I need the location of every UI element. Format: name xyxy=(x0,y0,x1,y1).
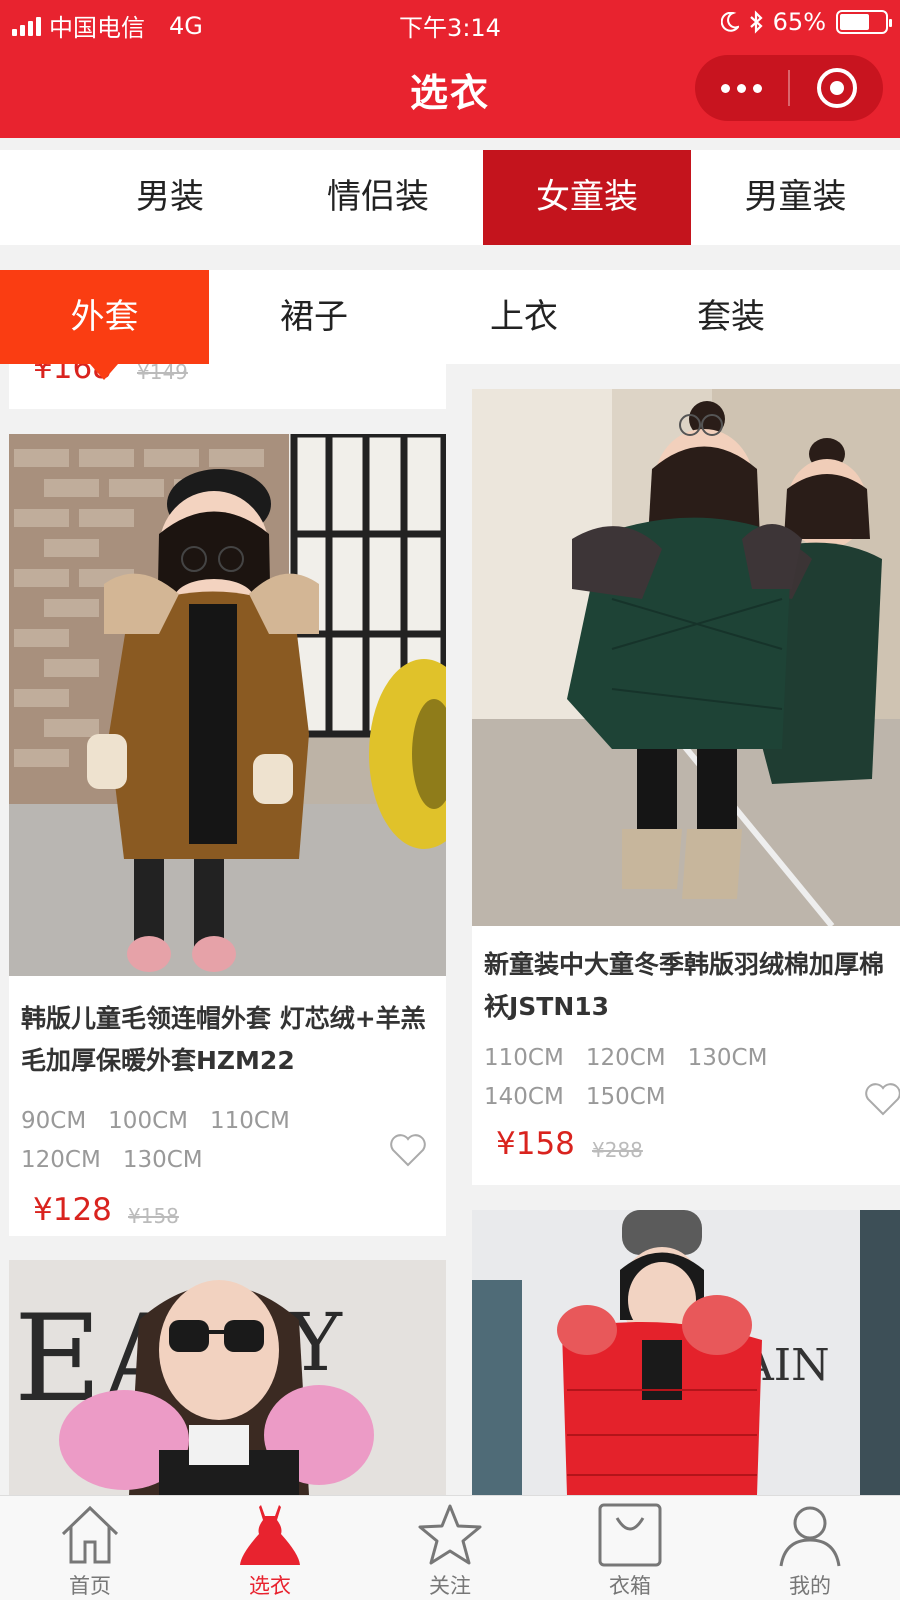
active-tab-indicator xyxy=(90,364,118,380)
product-sizes: 90CM 100CM 110CM 120CM 130CM xyxy=(21,1102,386,1180)
tab-menswear[interactable]: 男装 xyxy=(70,150,270,245)
tabbar-item-dress[interactable]: 选衣 xyxy=(180,1496,360,1600)
product-card[interactable]: EAT Y xyxy=(9,1260,446,1495)
size-option: 130CM xyxy=(122,1147,203,1173)
heart-icon[interactable] xyxy=(864,1081,900,1117)
bottom-tab-bar: 首页 选衣 关注 衣箱 我的 xyxy=(0,1495,900,1600)
heart-icon[interactable] xyxy=(389,1132,427,1168)
tabbar-label-favorites: 关注 xyxy=(429,1574,471,1598)
tab-couples[interactable]: 情侣装 xyxy=(278,150,478,245)
more-dots-icon[interactable] xyxy=(695,55,788,121)
product-price: ¥158 xyxy=(496,1126,575,1162)
bluetooth-icon xyxy=(749,10,763,34)
subtab-coats[interactable]: 外套 xyxy=(0,270,209,364)
tabbar-label-dress: 选衣 xyxy=(249,1574,291,1598)
status-right: 65% xyxy=(720,8,892,36)
product-card[interactable]: 新童装中大童冬季韩版羽绒棉加厚棉袄JSTN13 110CM 120CM 130CM1… xyxy=(472,389,900,1185)
product-image-velvet-coat[interactable] xyxy=(472,389,900,926)
product-price: ¥128 xyxy=(33,1192,112,1228)
header-bar: 中国电信 4G 下午3:14 65% 选衣 xyxy=(0,0,900,138)
size-option: 110CM xyxy=(484,1045,564,1071)
size-option: 90CM xyxy=(21,1108,87,1134)
moon-icon xyxy=(720,12,739,32)
battery-percent: 65% xyxy=(772,8,826,36)
battery-icon xyxy=(836,10,892,34)
size-option: 130CM xyxy=(687,1045,768,1071)
product-card-partial[interactable]: ¥168 ¥149 xyxy=(9,364,446,409)
mini-program-capsule xyxy=(695,55,883,121)
subcategory-tabs: 外套 裙子 上衣 套装 xyxy=(0,270,900,364)
target-circle-icon[interactable] xyxy=(790,55,883,121)
star-icon xyxy=(418,1504,482,1565)
size-option: 120CM xyxy=(585,1045,666,1071)
category-tabs: 男装 情侣装 女童装 男童装 xyxy=(0,150,900,245)
dress-icon xyxy=(240,1505,300,1565)
tabbar-label-wardrobe: 衣箱 xyxy=(609,1574,651,1598)
tabbar-label-profile: 我的 xyxy=(789,1574,831,1598)
subtab-skirts[interactable]: 裙子 xyxy=(209,270,419,364)
product-name: 韩版儿童毛领连帽外套 灯芯绒+羊羔毛加厚保暖外套HZM22 xyxy=(21,1004,426,1075)
bag-icon xyxy=(598,1503,662,1567)
tabbar-item-wardrobe[interactable]: 衣箱 xyxy=(540,1496,720,1600)
size-option: 110CM xyxy=(209,1108,290,1134)
product-card[interactable]: 韩版儿童毛领连帽外套 灯芯绒+羊羔毛加厚保暖外套HZM22 90CM 100CM 1… xyxy=(9,434,446,1236)
tab-boys[interactable]: 男童装 xyxy=(691,150,900,245)
product-old-price: ¥288 xyxy=(592,1138,643,1162)
product-name: 新童装中大童冬季韩版羽绒棉加厚棉袄JSTN13 xyxy=(484,950,885,1021)
size-option: 120CM xyxy=(21,1147,101,1173)
home-icon xyxy=(61,1505,119,1564)
subtab-tops[interactable]: 上衣 xyxy=(419,270,629,364)
size-option: 150CM xyxy=(585,1084,666,1110)
product-image-red-puffer[interactable]: AIN xyxy=(472,1210,900,1495)
tab-girls[interactable]: 女童装 xyxy=(483,150,691,245)
product-old-price-partial: ¥149 xyxy=(137,364,188,384)
tabbar-item-home[interactable]: 首页 xyxy=(0,1496,180,1600)
product-image-corduroy-coat[interactable] xyxy=(9,434,446,976)
tabbar-item-profile[interactable]: 我的 xyxy=(720,1496,900,1600)
product-card[interactable]: AIN xyxy=(472,1210,900,1495)
tabbar-label-home: 首页 xyxy=(69,1574,111,1598)
status-bar: 中国电信 4G 下午3:14 65% xyxy=(0,0,900,46)
product-sizes: 110CM 120CM 130CM 140CM 150CM xyxy=(484,1039,840,1117)
product-image-pink-fur-coat[interactable]: EAT Y xyxy=(9,1260,446,1495)
size-option: 100CM xyxy=(108,1108,188,1134)
subtab-sets[interactable]: 套装 xyxy=(629,270,833,364)
product-old-price: ¥158 xyxy=(128,1204,179,1228)
tabbar-item-favorites[interactable]: 关注 xyxy=(360,1496,540,1600)
size-option: 140CM xyxy=(484,1084,564,1110)
user-icon xyxy=(779,1506,841,1567)
